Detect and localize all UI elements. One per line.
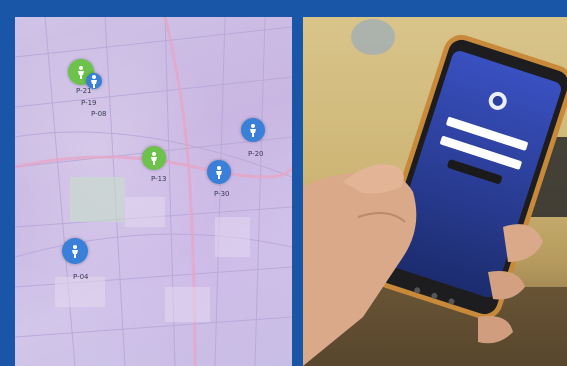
marker-label: P-08 — [91, 110, 107, 118]
map-marker[interactable] — [142, 146, 166, 170]
marker-label: P-13 — [151, 175, 167, 183]
phone-photo — [303, 17, 567, 366]
marker-label: P-04 — [73, 273, 89, 281]
person-icon — [91, 75, 97, 88]
marker-label: P-20 — [248, 150, 264, 158]
person-icon — [72, 245, 78, 258]
map-marker[interactable] — [86, 73, 102, 89]
map-streets — [15, 17, 292, 366]
photo-collage-frame: P-21 P-19 P-08 P-13 P-30 P-20 P-04 — [0, 0, 567, 366]
marker-label: P-19 — [81, 99, 97, 107]
map-marker[interactable] — [241, 118, 265, 142]
map-photo: P-21 P-19 P-08 P-13 P-30 P-20 P-04 — [15, 17, 292, 366]
map-marker[interactable] — [207, 160, 231, 184]
person-icon — [151, 152, 157, 165]
phone-in-hand-illustration — [303, 19, 567, 366]
marker-label: P-30 — [214, 190, 230, 198]
person-icon — [250, 124, 256, 137]
map-marker[interactable] — [62, 238, 88, 264]
person-icon — [216, 166, 222, 179]
marker-label: P-21 — [76, 87, 92, 95]
